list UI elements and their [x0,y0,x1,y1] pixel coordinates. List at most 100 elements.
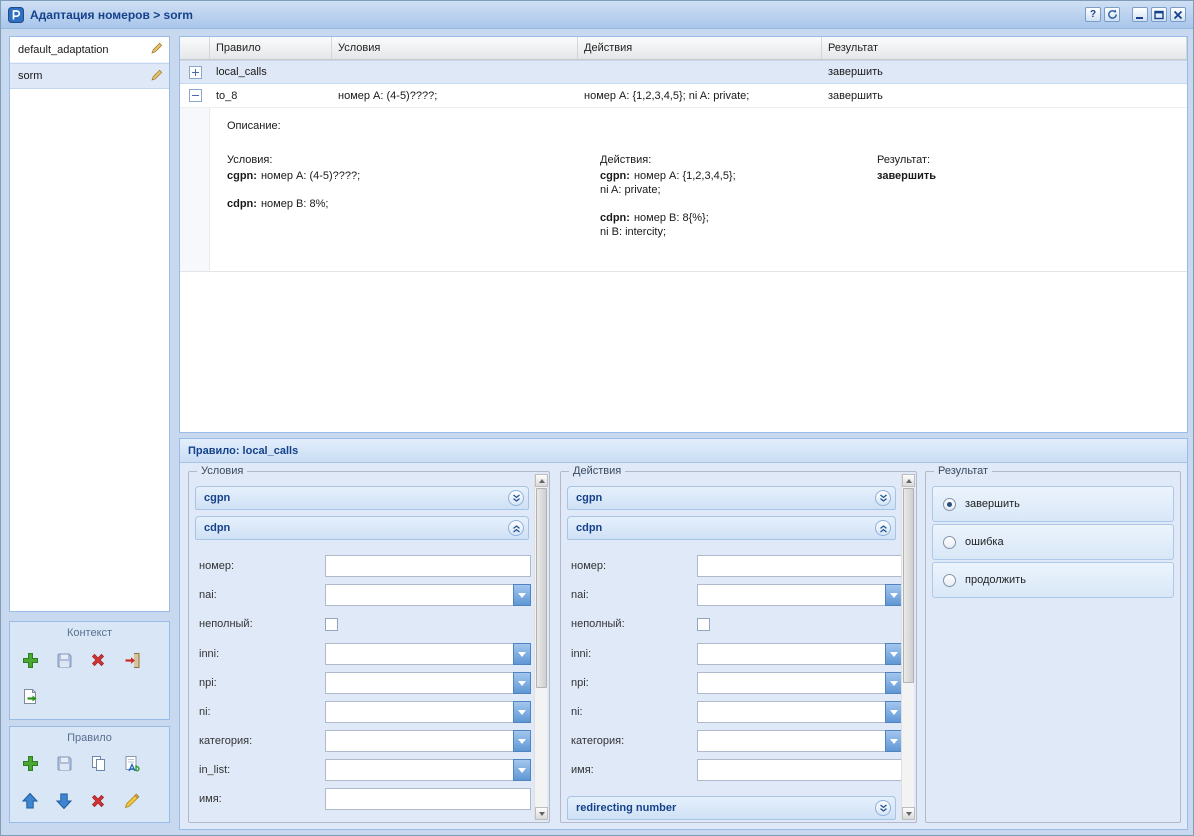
move-rule-down-button[interactable] [52,789,76,813]
radio-unchecked-icon[interactable] [943,574,956,587]
detail-condition-cgpn: cgpn:номер A: (4-5)????; [227,170,360,182]
export-context-button[interactable] [18,684,42,708]
actions-npi-combobox[interactable] [697,672,903,694]
chevron-down-icon[interactable] [513,672,531,694]
conditions-name-input[interactable] [325,788,531,810]
scroll-up-button[interactable] [902,474,915,487]
actions-nai-row: nai: [571,583,903,607]
row-collapser[interactable] [180,89,210,102]
rule-toolbar-title: Правило [10,727,169,744]
actions-category-combobox[interactable] [697,730,903,752]
conditions-inni-combobox[interactable] [325,643,531,665]
save-context-button[interactable] [52,648,76,672]
rename-rule-button[interactable] [120,751,144,775]
list-item-label: sorm [18,70,151,82]
chevron-double-up-icon[interactable] [508,520,524,536]
save-icon [55,754,74,773]
edit-pencil-icon[interactable] [151,69,163,84]
column-header-actions[interactable]: Действия [578,37,822,59]
rule-editor-title: Правило: local_calls [180,439,1187,463]
close-context-button[interactable] [120,648,144,672]
help-button[interactable]: ? [1085,7,1101,22]
save-rule-button[interactable] [52,751,76,775]
expander-column-strip [180,108,210,271]
result-option-finish[interactable]: завершить [932,486,1174,522]
conditions-in-list-combobox[interactable] [325,759,531,781]
scroll-thumb[interactable] [903,488,914,683]
actions-inni-combobox[interactable] [697,643,903,665]
row-expander[interactable] [180,66,210,79]
radio-checked-icon[interactable] [943,498,956,511]
detail-action-cgpn-ni: ni A: private; [600,184,661,196]
red-x-icon [89,651,107,669]
chevron-down-icon[interactable] [513,584,531,606]
conditions-cgpn-section[interactable]: cgpn [195,486,529,510]
list-item-sorm[interactable]: sorm [10,63,169,89]
actions-fieldset: Действия cgpn cdpn номер: nai: [560,471,917,823]
grid-row-to-8[interactable]: to_8 номер A: (4-5)????; номер A: {1,2,3… [180,84,1187,108]
actions-inni-row: inni: [571,642,903,666]
close-button[interactable] [1170,7,1186,22]
scroll-down-button[interactable] [902,807,915,820]
chevron-down-icon[interactable] [513,701,531,723]
chevron-down-icon[interactable] [513,643,531,665]
scroll-thumb[interactable] [536,488,547,688]
result-option-continue[interactable]: продолжить [932,562,1174,598]
refresh-button[interactable] [1104,7,1120,22]
grid-row-local-calls[interactable]: local_calls завершить [180,60,1187,84]
conditions-nai-combobox[interactable] [325,584,531,606]
column-header-rule[interactable]: Правило [210,37,332,59]
cell-rule: to_8 [210,90,332,102]
actions-redirecting-number-section[interactable]: redirecting number [567,796,896,820]
add-context-button[interactable] [18,648,42,672]
maximize-button[interactable] [1151,7,1167,22]
chevron-double-down-icon[interactable] [508,490,524,506]
conditions-ni-combobox[interactable] [325,701,531,723]
list-item-default-adaptation[interactable]: default_adaptation [10,37,169,63]
chevron-double-up-icon[interactable] [875,520,891,536]
pencil-icon [123,792,141,810]
detail-condition-cdpn: cdpn:номер B: 8%; [227,198,328,210]
actions-name-input[interactable] [697,759,903,781]
scroll-up-button[interactable] [535,474,548,487]
conditions-scrollbar[interactable] [534,474,547,820]
actions-cdpn-section[interactable]: cdpn [567,516,896,540]
conditions-category-combobox[interactable] [325,730,531,752]
actions-number-input[interactable] [697,555,903,577]
result-option-error[interactable]: ошибка [932,524,1174,560]
actions-ni-combobox[interactable] [697,701,903,723]
copy-rule-button[interactable] [86,751,110,775]
column-header-result[interactable]: Результат [822,37,1187,59]
minimize-button[interactable] [1132,7,1148,22]
conditions-cdpn-section[interactable]: cdpn [195,516,529,540]
actions-nai-combobox[interactable] [697,584,903,606]
move-rule-up-button[interactable] [18,789,42,813]
conditions-number-input[interactable] [325,555,531,577]
conditions-name-row: имя: [199,787,531,811]
column-header-conditions[interactable]: Условия [332,37,578,59]
radio-unchecked-icon[interactable] [943,536,956,549]
conditions-npi-row: npi: [199,671,531,695]
context-toolbar: Контекст [9,621,170,720]
cell-result: завершить [822,66,1187,78]
detail-result-value: завершить [877,170,936,182]
chevron-down-icon[interactable] [513,759,531,781]
edit-rule-button[interactable] [120,789,144,813]
scroll-down-button[interactable] [535,807,548,820]
chevron-double-down-icon[interactable] [875,800,891,816]
chevron-double-down-icon[interactable] [875,490,891,506]
delete-context-button[interactable] [86,648,110,672]
conditions-npi-combobox[interactable] [325,672,531,694]
plus-icon [21,651,40,670]
conditions-incomplete-checkbox[interactable] [325,618,338,631]
actions-cgpn-section[interactable]: cgpn [567,486,896,510]
delete-rule-button[interactable] [86,789,110,813]
actions-incomplete-row: неполный: [571,612,710,636]
add-rule-button[interactable] [18,751,42,775]
chevron-down-icon[interactable] [513,730,531,752]
adaptation-list: default_adaptation sorm [9,36,170,612]
actions-scrollbar[interactable] [901,474,914,820]
detail-result-label: Результат: [877,154,930,166]
edit-pencil-icon[interactable] [151,42,163,57]
actions-incomplete-checkbox[interactable] [697,618,710,631]
